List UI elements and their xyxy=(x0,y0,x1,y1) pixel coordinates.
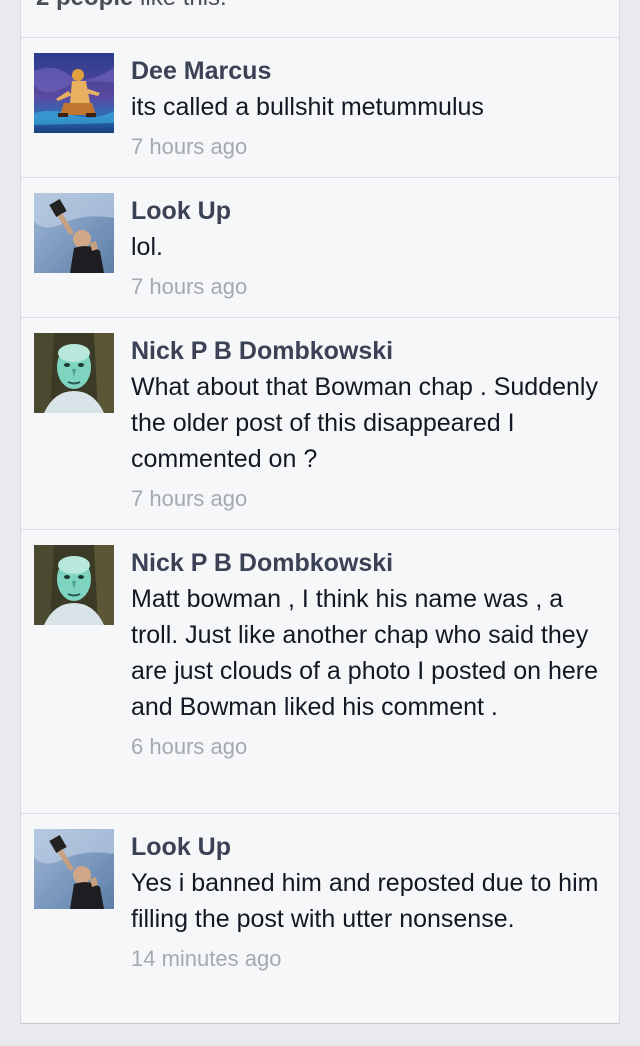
comment-author[interactable]: Look Up xyxy=(131,193,607,229)
comments-card: 2 people like this. xyxy=(20,0,620,1024)
comment-text: its called a bullshit metummulus xyxy=(131,93,484,121)
likes-summary[interactable]: 2 people like this. xyxy=(21,0,619,38)
comment-item: Nick P B Dombkowski What about that Bowm… xyxy=(21,318,619,530)
comment-author[interactable]: Dee Marcus xyxy=(131,53,607,89)
comment-item: Nick P B Dombkowski Matt bowman , I thin… xyxy=(21,530,619,814)
likes-summary-text: 2 people like this. xyxy=(36,0,227,12)
comment-text: What about that Bowman chap . Suddenly t… xyxy=(131,373,598,473)
comment-author[interactable]: Nick P B Dombkowski xyxy=(131,545,607,581)
comment-timestamp[interactable]: 14 minutes ago xyxy=(131,939,607,979)
avatar-nick-icon[interactable] xyxy=(34,545,114,625)
avatar-look-up-icon[interactable] xyxy=(34,829,114,909)
avatar-dee-marcus-icon[interactable] xyxy=(34,53,114,133)
comment-content: Look Up lol. 7 hours ago xyxy=(131,193,607,307)
comment-timestamp[interactable]: 7 hours ago xyxy=(131,479,607,519)
comment-timestamp[interactable]: 7 hours ago xyxy=(131,267,607,307)
comment-content: Nick P B Dombkowski Matt bowman , I thin… xyxy=(131,545,607,767)
comment-content: Dee Marcus its called a bullshit metummu… xyxy=(131,53,607,167)
comment-timestamp[interactable]: 7 hours ago xyxy=(131,127,607,167)
comment-content: Nick P B Dombkowski What about that Bowm… xyxy=(131,333,607,519)
comment-author[interactable]: Nick P B Dombkowski xyxy=(131,333,607,369)
comment-item: Dee Marcus its called a bullshit metummu… xyxy=(21,38,619,178)
comment-timestamp[interactable]: 6 hours ago xyxy=(131,727,607,767)
comment-item: Look Up lol. 7 hours ago xyxy=(21,178,619,318)
comment-text: Yes i banned him and reposted due to him… xyxy=(131,869,599,933)
avatar-look-up-icon[interactable] xyxy=(34,193,114,273)
comment-item: Look Up Yes i banned him and reposted du… xyxy=(21,814,619,1026)
comment-text: Matt bowman , I think his name was , a t… xyxy=(131,585,598,721)
comment-author[interactable]: Look Up xyxy=(131,829,607,865)
comment-content: Look Up Yes i banned him and reposted du… xyxy=(131,829,607,979)
comment-text: lol. xyxy=(131,233,163,261)
avatar-nick-icon[interactable] xyxy=(34,333,114,413)
